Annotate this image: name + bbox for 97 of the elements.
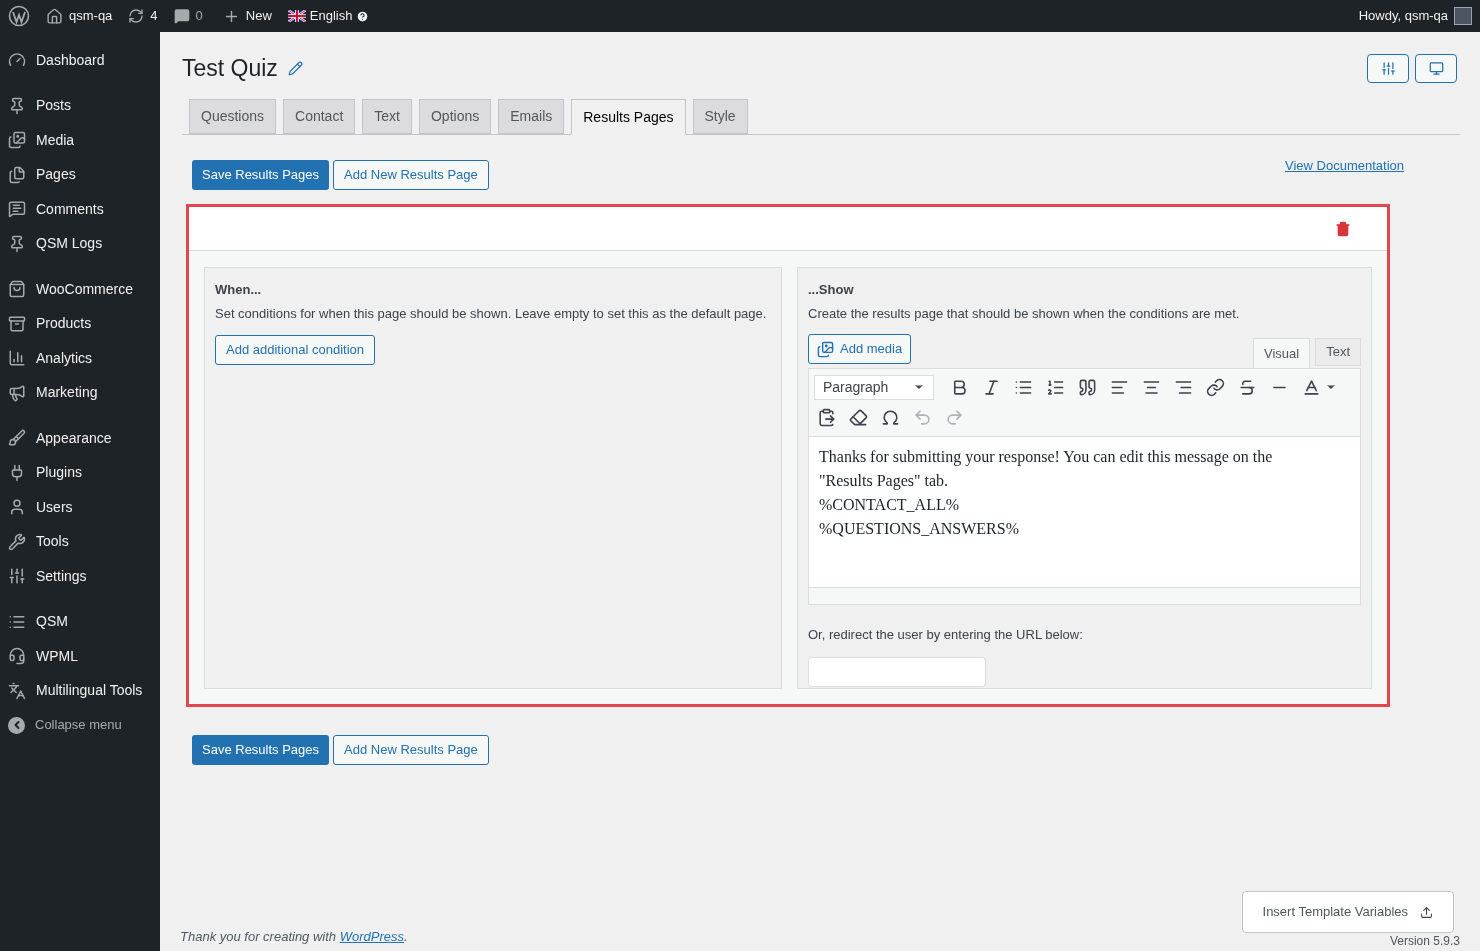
archive-icon [8,314,26,333]
footer-text: Thank you for creating with WordPress. [180,927,408,946]
panel-title: ...Show [808,281,855,299]
panel-description: Create the results page that should be shown when the conditions are met. [808,304,1241,323]
paste-icon[interactable] [817,407,836,427]
tab[interactable]: Results Pages [571,99,686,135]
sliders-icon [1380,60,1396,76]
media-icon [817,340,834,358]
quote-icon[interactable] [1078,377,1097,397]
redirect-label: Or, redirect the user by entering the URL below: [808,626,1084,644]
new-link[interactable]: New [222,6,272,26]
brush-icon [8,429,26,448]
format-dropdown[interactable]: Paragraph [814,374,934,400]
bar-chart-icon [8,349,26,368]
link-icon[interactable] [1206,377,1225,397]
documentation-link[interactable]: View Documentation [1285,156,1404,176]
pin-icon [8,96,26,115]
editor-paragraph: %CONTACT_ALL% [819,495,961,515]
sidebar-item[interactable]: Multilingual Tools [0,673,160,708]
comment-icon [8,200,26,219]
add-media-button[interactable]: Add media [808,334,912,364]
pin-icon [8,234,26,253]
sidebar-item[interactable]: WPML [0,639,160,674]
numbered-list-icon[interactable] [1046,377,1065,397]
editor-paragraph: Thanks for submitting your response! You can edit this message on the "Results Pages" tab. [819,447,1274,492]
editor-tab[interactable]: Text [1315,338,1361,366]
redirect-url-field[interactable] [808,656,986,687]
sidebar-item[interactable]: Tools [0,524,160,559]
upload-icon [1420,905,1433,919]
version-text: Version 5.9.3 [1389,934,1460,948]
sidebar-item[interactable]: Pages [0,157,160,192]
comments-link[interactable]: 0 [173,6,203,26]
italic-icon[interactable] [982,377,1001,397]
bag-icon [8,280,26,299]
flag-icon [287,10,306,22]
add-page-button[interactable]: Add New Results Page [333,160,489,190]
sidebar-item[interactable]: Posts [0,88,160,123]
megaphone-icon [8,383,26,402]
pages-icon [8,165,26,184]
tab[interactable]: Emails [498,99,565,134]
tab[interactable]: Questions [189,99,277,134]
avatar[interactable] [1454,7,1472,25]
tab[interactable]: Style [692,99,748,134]
sidebar-item[interactable]: QSM [0,604,160,639]
text-color-icon[interactable] [1302,377,1321,397]
edit-icon[interactable] [287,60,303,76]
add-page-button[interactable]: Add New Results Page [333,735,489,765]
site-link[interactable]: qsm-qa [46,6,113,26]
tab[interactable]: Options [419,99,492,134]
sidebar-item[interactable]: Marketing [0,375,160,410]
tab[interactable]: Contact [283,99,356,134]
monitor-icon [1428,60,1444,76]
translate-icon [8,681,26,700]
sidebar-item[interactable]: Media [0,123,160,158]
sidebar-item[interactable]: QSM Logs [0,226,160,261]
refresh-icon [128,8,145,24]
sidebar-item[interactable]: Users [0,490,160,525]
save-button[interactable]: Save Results Pages [192,735,330,765]
sidebar-item[interactable]: Settings [0,559,160,594]
sliders-icon [8,567,26,586]
updates-link[interactable]: 4 [128,6,158,26]
sidebar-item[interactable]: Products [0,306,160,341]
panel-description: Set conditions for when this page should be shown. Leave empty to set this as the default page. [215,304,768,323]
media-icon [8,131,26,150]
sidebar-item[interactable]: Plugins [0,455,160,490]
wordpress-link[interactable]: WordPress [339,928,404,944]
settings-button[interactable] [1367,53,1409,83]
delete-icon[interactable] [1335,220,1351,237]
preview-button[interactable] [1415,53,1457,83]
collapse-menu-button[interactable]: Collapse menu [0,708,160,742]
comment-icon [173,8,190,24]
save-button[interactable]: Save Results Pages [192,160,330,190]
sidebar-item[interactable]: Appearance [0,421,160,456]
add-condition-button[interactable]: Add additional condition [215,335,376,365]
home-icon [46,7,63,25]
insert-variables-button[interactable]: Insert Template Variables [1241,891,1454,933]
help-icon [356,9,370,23]
strikethrough-icon[interactable] [1238,377,1257,397]
headset-icon [8,647,26,666]
sidebar-item[interactable]: Dashboard [0,43,160,78]
wordpress-logo-icon[interactable] [8,5,30,27]
editor-paragraph: %QUESTIONS_ANSWERS% [819,519,1020,539]
sidebar-item[interactable]: WooCommerce [0,272,160,307]
wrench-icon [8,532,26,551]
language-link[interactable]: English [287,6,370,26]
panel-title: When... [215,281,263,299]
editor-content[interactable]: Thanks for submitting your response! You can edit this message on the "Results Pages" tab. %CONTACT_ALL% %QUESTIONS_ANSWERS% [809,437,1314,587]
greeting[interactable]: Howdy, qsm-qa [1358,6,1448,26]
tab[interactable]: Text [362,99,412,134]
editor-tab[interactable]: Visual [1252,338,1311,368]
eraser-icon[interactable] [849,407,868,427]
collapse-icon [8,716,25,734]
omega-icon[interactable] [881,407,900,427]
sidebar-item[interactable]: Comments [0,192,160,227]
user-icon [8,498,26,517]
sidebar-item[interactable]: Analytics [0,341,160,376]
page-title: Test Quiz [182,53,278,83]
